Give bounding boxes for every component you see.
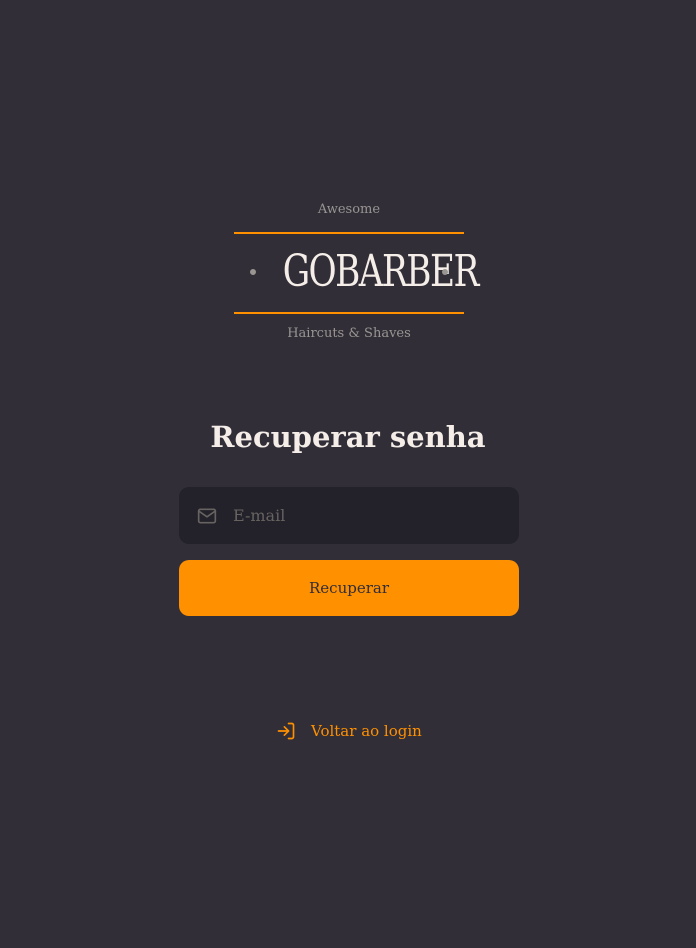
logo-tagline-bottom: Haircuts & Shaves — [287, 326, 411, 341]
logo: Awesome GOBARBER Haircuts & Shaves — [234, 200, 480, 350]
log-in-icon — [276, 721, 296, 741]
recover-button[interactable]: Recuperar — [179, 560, 519, 616]
logo-dot-right — [442, 269, 448, 275]
back-to-login-link[interactable]: Voltar ao login — [276, 718, 422, 744]
logo-brand: GOBARBER — [282, 246, 480, 297]
back-link-label: Voltar ao login — [311, 722, 422, 740]
mail-icon — [197, 506, 217, 526]
email-field-container[interactable] — [179, 487, 519, 544]
logo-rule-bottom — [234, 312, 464, 314]
logo-rule-top — [234, 232, 464, 234]
logo-tagline-top: Awesome — [317, 202, 381, 217]
logo-dot-left — [250, 269, 256, 275]
page-title: Recuperar senha — [210, 420, 486, 454]
email-input[interactable] — [233, 506, 519, 525]
